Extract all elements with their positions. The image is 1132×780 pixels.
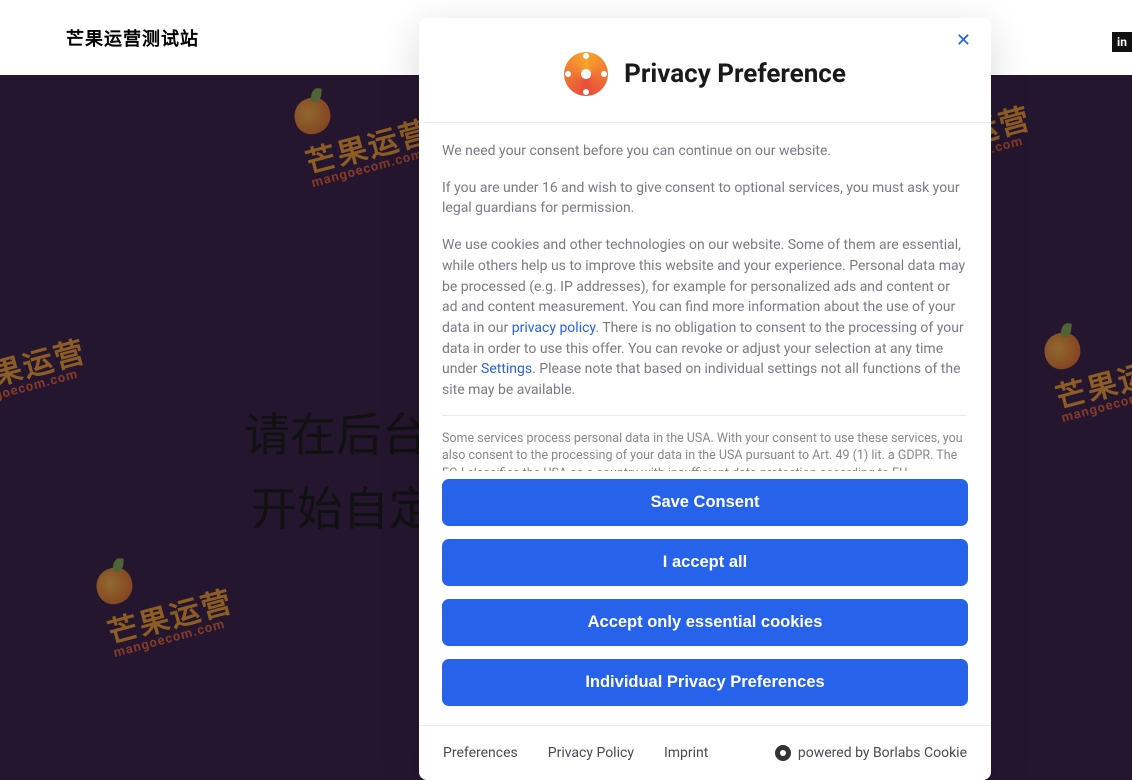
privacy-policy-link[interactable]: Privacy Policy <box>548 745 634 761</box>
privacy-policy-link[interactable]: privacy policy <box>512 320 596 336</box>
accept-essential-button[interactable]: Accept only essential cookies <box>442 599 968 646</box>
consent-text: If you are under 16 and wish to give con… <box>442 178 967 219</box>
accept-all-button[interactable]: I accept all <box>442 539 968 586</box>
modal-header: Privacy Preference <box>419 18 991 123</box>
save-consent-button[interactable]: Save Consent <box>442 479 968 526</box>
usa-disclaimer: Some services process personal data in t… <box>442 415 967 471</box>
imprint-link[interactable]: Imprint <box>664 745 708 761</box>
powered-by[interactable]: powered by Borlabs Cookie <box>775 745 967 761</box>
gear-icon <box>775 745 791 761</box>
consent-text: We use cookies and other technologies on… <box>442 235 967 401</box>
modal-title: Privacy Preference <box>624 59 846 89</box>
close-icon[interactable]: ✕ <box>956 32 971 50</box>
privacy-modal: ✕ Privacy Preference We need your consen… <box>419 18 991 780</box>
settings-link[interactable]: Settings <box>481 361 532 377</box>
modal-body[interactable]: We need your consent before you can cont… <box>419 123 991 471</box>
gear-icon <box>564 52 608 96</box>
individual-preferences-button[interactable]: Individual Privacy Preferences <box>442 659 968 706</box>
modal-footer: Preferences Privacy Policy Imprint power… <box>419 725 991 780</box>
modal-actions: Save Consent I accept all Accept only es… <box>419 471 991 725</box>
consent-text: We need your consent before you can cont… <box>442 141 967 162</box>
preferences-link[interactable]: Preferences <box>443 745 518 761</box>
